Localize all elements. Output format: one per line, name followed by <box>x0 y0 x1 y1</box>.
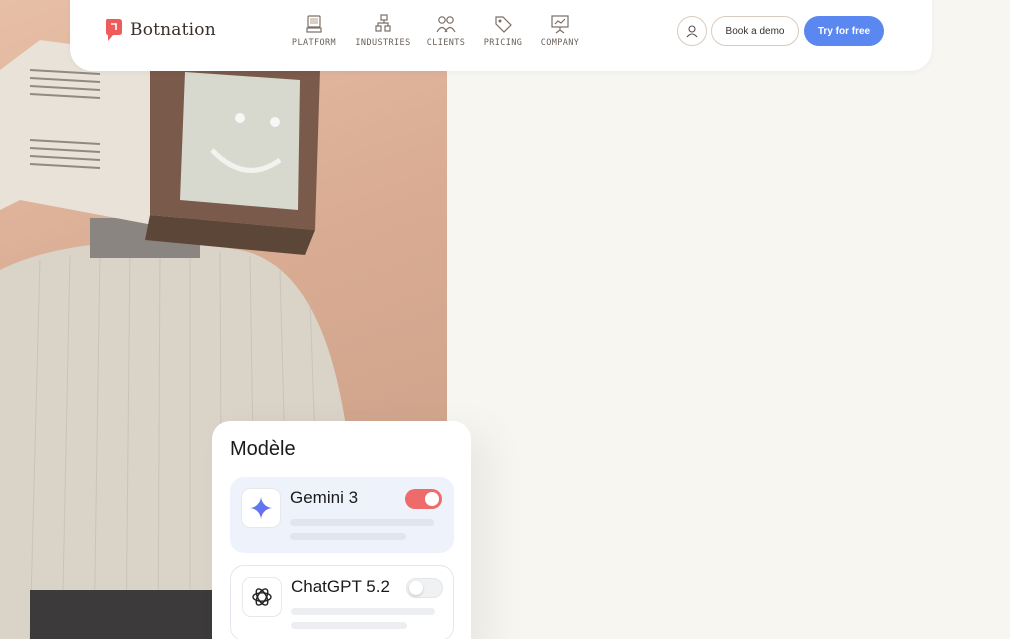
model-name: Gemini 3 <box>290 488 359 507</box>
account-button[interactable] <box>677 16 707 46</box>
presentation-board-icon <box>551 15 569 34</box>
model-toggle-gemini[interactable] <box>405 489 442 509</box>
nav-item-company[interactable]: COMPANY <box>538 14 582 48</box>
toggle-knob <box>425 492 439 506</box>
placeholder-line <box>291 622 407 629</box>
nav-item-platform[interactable]: PLATFORM <box>290 14 338 48</box>
model-row-chatgpt[interactable]: ChatGPT 5.2 <box>230 565 454 639</box>
org-chart-icon <box>375 14 391 32</box>
gemini-sparkle-icon <box>241 488 281 528</box>
brand-logo[interactable]: Botnation <box>104 17 216 43</box>
model-name: ChatGPT 5.2 <box>291 577 390 596</box>
people-icon <box>436 16 456 33</box>
card-title: Modèle <box>230 438 296 460</box>
model-toggle-chatgpt[interactable] <box>406 578 443 598</box>
placeholder-line <box>291 608 435 615</box>
computer-icon <box>306 15 322 33</box>
price-tag-icon <box>495 16 512 33</box>
brand-name: Botnation <box>130 20 216 40</box>
model-row-gemini[interactable]: Gemini 3 <box>230 477 454 553</box>
user-avatar-icon <box>686 25 698 38</box>
nav-item-pricing[interactable]: PRICING <box>481 14 525 48</box>
openai-logo-icon <box>242 577 282 617</box>
book-demo-button[interactable]: Book a demo <box>711 16 799 46</box>
toggle-knob <box>409 581 423 595</box>
main-nav: PLATFORM INDUSTRIES CLIENTS PRICING COMP… <box>290 14 582 48</box>
botnation-logo-icon <box>106 19 122 41</box>
placeholder-line <box>290 519 434 526</box>
placeholder-line <box>290 533 406 540</box>
top-navbar: Botnation PLATFORM INDUSTRIES CLIENTS PR… <box>70 0 932 71</box>
nav-item-industries[interactable]: INDUSTRIES <box>355 14 411 48</box>
try-free-button[interactable]: Try for free <box>804 16 884 46</box>
nav-item-clients[interactable]: CLIENTS <box>424 14 468 48</box>
model-selection-card: Modèle Gemini 3 ChatGPT 5.2 <box>212 421 471 639</box>
